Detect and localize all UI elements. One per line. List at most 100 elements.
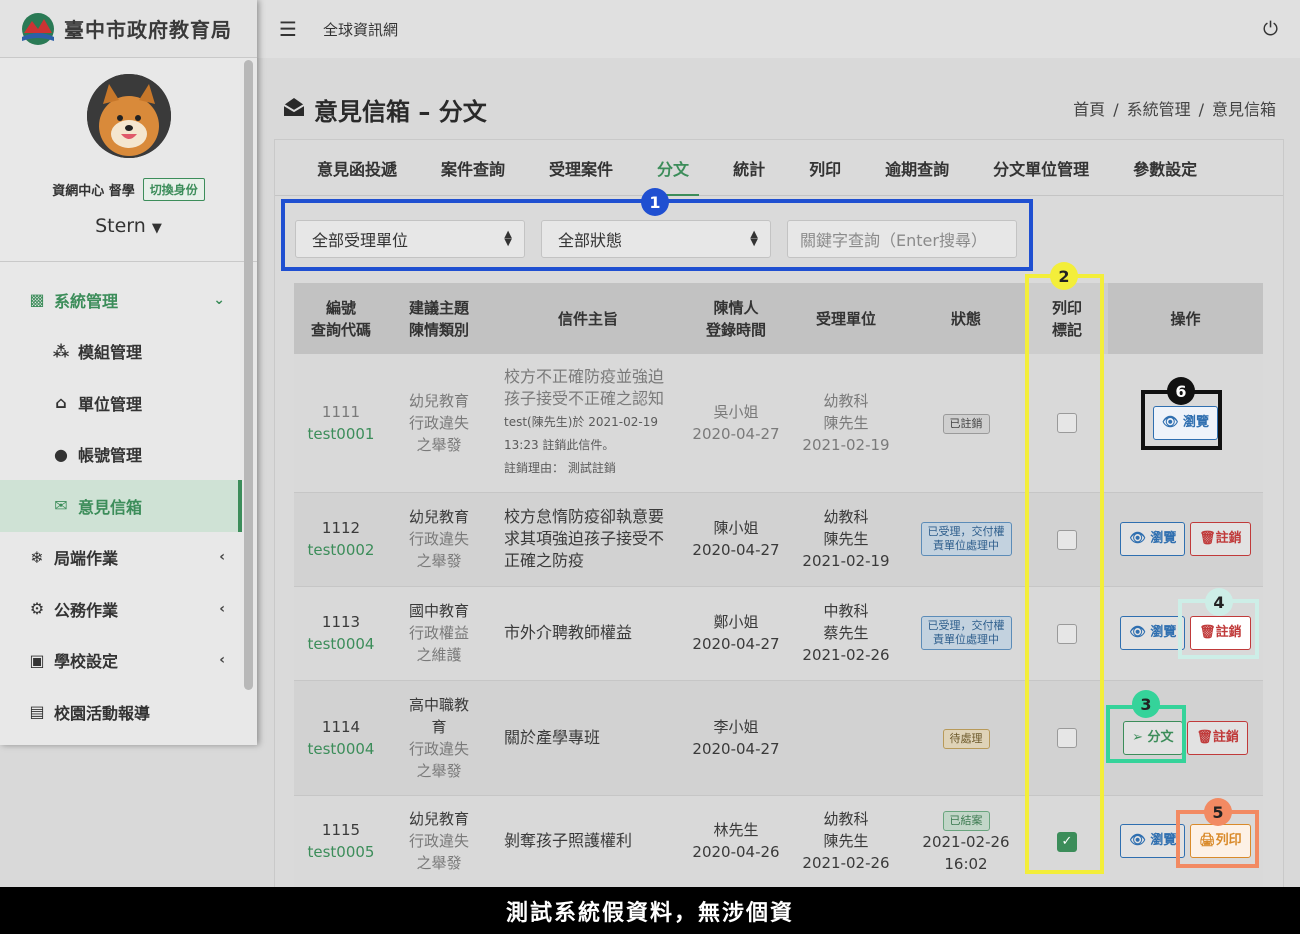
topic-cell: 幼兒教育 行政違失 之舉發 bbox=[388, 492, 490, 587]
cancel-button[interactable]: 🗑註銷 bbox=[1187, 720, 1248, 755]
unit-cell bbox=[786, 680, 906, 796]
breadcrumb-system-management[interactable]: 系統管理 bbox=[1127, 100, 1191, 119]
chevron-left-icon: ‹ bbox=[219, 549, 225, 566]
sidebar-item-official-operations[interactable]: ⚙ 公務作業 ‹ bbox=[0, 583, 257, 635]
sidebar-item-bureau-operations[interactable]: ❄ 局端作業 ‹ bbox=[0, 532, 257, 584]
chevron-down-icon: ⌄ bbox=[213, 291, 225, 308]
brand[interactable]: 臺中市政府教育局 bbox=[0, 0, 257, 58]
annotation-badge-4: 4 bbox=[1205, 588, 1233, 616]
annotation-badge-1: 1 bbox=[641, 188, 669, 216]
petitioner-cell: 林先生 2020-04-26 bbox=[686, 795, 786, 888]
tab-parameter-settings[interactable]: 參數設定 bbox=[1111, 140, 1219, 195]
case-id-cell: 1112 test0002 bbox=[294, 492, 388, 587]
sidebar: 臺中市政府教育局 資網中心 督學 切換身份 Stern ▼ ▩ 系統管理 ⌄ ⁂… bbox=[0, 0, 257, 745]
table-row: 1111 test0001 幼兒教育 行政違失 之舉發 校方不正確防疫並強迫 孩子接受不… bbox=[294, 354, 1263, 493]
chevron-left-icon: ‹ bbox=[219, 600, 225, 617]
print-mark-checkbox[interactable] bbox=[1057, 413, 1077, 434]
print-mark-cell bbox=[1026, 680, 1108, 796]
col-header-id[interactable]: 編號 查詢代碼 bbox=[294, 283, 388, 354]
print-mark-checkbox-checked[interactable]: ✓ bbox=[1057, 831, 1077, 852]
user-menu[interactable]: Stern ▼ bbox=[0, 215, 257, 237]
keyword-search-input[interactable]: 關鍵字查詢（Enter搜尋） bbox=[787, 220, 1017, 258]
breadcrumb-home[interactable]: 首頁 bbox=[1073, 100, 1105, 119]
topic-cell: 國中教育 行政權益 之維護 bbox=[388, 586, 490, 681]
print-mark-cell bbox=[1026, 586, 1108, 681]
subject-cell: 市外介聘教師權益 bbox=[490, 586, 686, 681]
avatar bbox=[86, 74, 171, 158]
sidebar-item-label: 系統管理 bbox=[54, 291, 119, 311]
sidebar-item-label: 模組管理 bbox=[78, 343, 143, 363]
tab-case-query[interactable]: 案件查詢 bbox=[419, 140, 527, 195]
power-icon[interactable]: ⏻ bbox=[1263, 18, 1278, 40]
sidebar-item-unit-management[interactable]: ⌂ 單位管理 bbox=[0, 377, 257, 429]
annotation-badge-2: 2 bbox=[1050, 262, 1078, 290]
print-mark-checkbox[interactable] bbox=[1057, 623, 1077, 644]
sidebar-item-account-management[interactable]: ● 帳號管理 bbox=[0, 429, 257, 481]
tab-assignment-unit-management[interactable]: 分文單位管理 bbox=[971, 140, 1111, 195]
col-header-topic[interactable]: 建議主題 陳情類別 bbox=[388, 283, 490, 354]
user-role: 資網中心 督學 bbox=[52, 184, 135, 199]
assign-button[interactable]: ➢ 分文 bbox=[1123, 720, 1183, 755]
case-id-cell: 1115 test0005 bbox=[294, 795, 388, 888]
topic-cell: 幼兒教育 行政違失 之舉發 bbox=[388, 795, 490, 888]
cubes-icon: ⁂ bbox=[52, 341, 70, 361]
unit-cell: 中教科 蔡先生 2021-02-26 bbox=[786, 586, 906, 681]
petitioner-cell: 鄭小姐 2020-04-27 bbox=[686, 586, 786, 681]
sidebar-item-system-management[interactable]: ▩ 系統管理 ⌄ bbox=[0, 274, 257, 326]
sidebar-item-campus-news[interactable]: ▤ 校園活動報導 bbox=[0, 686, 257, 738]
cancel-button[interactable]: 🗑註銷 bbox=[1190, 522, 1251, 556]
grid-icon: ▩ bbox=[29, 290, 45, 310]
status-cell: 已受理，交付權 責單位處理中 bbox=[906, 586, 1026, 681]
print-mark-checkbox[interactable] bbox=[1057, 728, 1077, 748]
table-row: 1113 test0004 國中教育 行政權益 之維護 市外介聘教師權益 鄭小姐 202… bbox=[294, 586, 1263, 681]
sidebar-item-feedback-mailbox[interactable]: ✉ 意見信箱 bbox=[0, 480, 242, 532]
case-id-cell: 1113 test0004 bbox=[294, 586, 388, 681]
page-title: 意見信箱 – 分文 bbox=[282, 92, 487, 127]
col-header-person[interactable]: 陳情人 登錄時間 bbox=[686, 283, 786, 354]
user-panel: 資網中心 督學 切換身份 Stern ▼ bbox=[0, 58, 257, 262]
unit-cell: 幼教科 陳先生 2021-02-19 bbox=[786, 354, 906, 493]
petitioner-cell: 李小姐 2020-04-27 bbox=[686, 680, 786, 796]
taichung-logo-icon bbox=[22, 12, 54, 45]
sidebar-item-school-settings[interactable]: ▣ 學校設定 ‹ bbox=[0, 635, 257, 687]
tab-statistics[interactable]: 統計 bbox=[711, 140, 787, 195]
status-select[interactable]: 全部狀態 ▲ ▼ bbox=[541, 220, 771, 258]
subject-cell: 校方不正確防疫並強迫 孩子接受不正確之認知 test(陳先生)於 2021-02-1… bbox=[490, 354, 686, 493]
sidebar-item-label: 意見信箱 bbox=[78, 497, 143, 517]
view-button[interactable]: 👁 瀏覽 bbox=[1120, 522, 1186, 556]
annotation-badge-6: 6 bbox=[1167, 377, 1195, 405]
hamburger-menu-icon[interactable]: ☰ bbox=[279, 17, 297, 41]
building-icon: ▣ bbox=[29, 650, 45, 670]
col-header-unit[interactable]: 受理單位 bbox=[786, 283, 906, 354]
print-mark-checkbox[interactable] bbox=[1057, 529, 1077, 550]
annotation-badge-5: 5 bbox=[1204, 798, 1232, 826]
view-button[interactable]: 👁 瀏覽 bbox=[1152, 405, 1219, 440]
col-header-status[interactable]: 狀態 bbox=[906, 283, 1026, 354]
global-website-link[interactable]: 全球資訊網 bbox=[323, 19, 398, 40]
tab-overdue-query[interactable]: 逾期查詢 bbox=[863, 140, 971, 195]
print-button[interactable]: 🖨列印 bbox=[1190, 824, 1251, 858]
col-header-subject[interactable]: 信件主旨 bbox=[490, 283, 686, 354]
tab-submission[interactable]: 意見函投遞 bbox=[295, 140, 419, 195]
caret-down-icon: ▼ bbox=[151, 221, 162, 236]
status-badge: 已註銷 bbox=[942, 414, 990, 435]
envelope-open-icon bbox=[282, 96, 306, 124]
snowflake-icon: ❄ bbox=[30, 547, 44, 567]
tab-print[interactable]: 列印 bbox=[787, 140, 863, 195]
subject-cell: 校方怠惰防疫卻執意要 求其項強迫孩子接受不 正確之防疫 bbox=[490, 492, 686, 587]
view-button[interactable]: 👁 瀏覽 bbox=[1120, 616, 1186, 650]
user-name: Stern bbox=[95, 215, 146, 237]
tab-accepted-cases[interactable]: 受理案件 bbox=[527, 140, 635, 195]
topic-cell: 高中職教育行政違失 之舉發 bbox=[388, 680, 490, 796]
cancel-button[interactable]: 🗑註銷 bbox=[1190, 616, 1251, 650]
breadcrumb-feedback-mailbox: 意見信箱 bbox=[1211, 100, 1276, 119]
unit-select[interactable]: 全部受理單位 ▲ ▼ bbox=[295, 220, 525, 258]
status-select-value: 全部狀態 bbox=[558, 231, 623, 250]
tab-assignment[interactable]: 分文 bbox=[635, 140, 711, 196]
sidebar-item-module-management[interactable]: ⁂ 模組管理 bbox=[0, 326, 257, 378]
topic-cell: 幼兒教育 行政違失 之舉發 bbox=[388, 354, 490, 493]
switch-identity-button[interactable]: 切換身份 bbox=[142, 178, 205, 201]
view-button[interactable]: 👁 瀏覽 bbox=[1120, 824, 1186, 858]
brand-title: 臺中市政府教育局 bbox=[64, 18, 232, 42]
operations-cell: 👁 瀏覽 bbox=[1108, 354, 1263, 493]
